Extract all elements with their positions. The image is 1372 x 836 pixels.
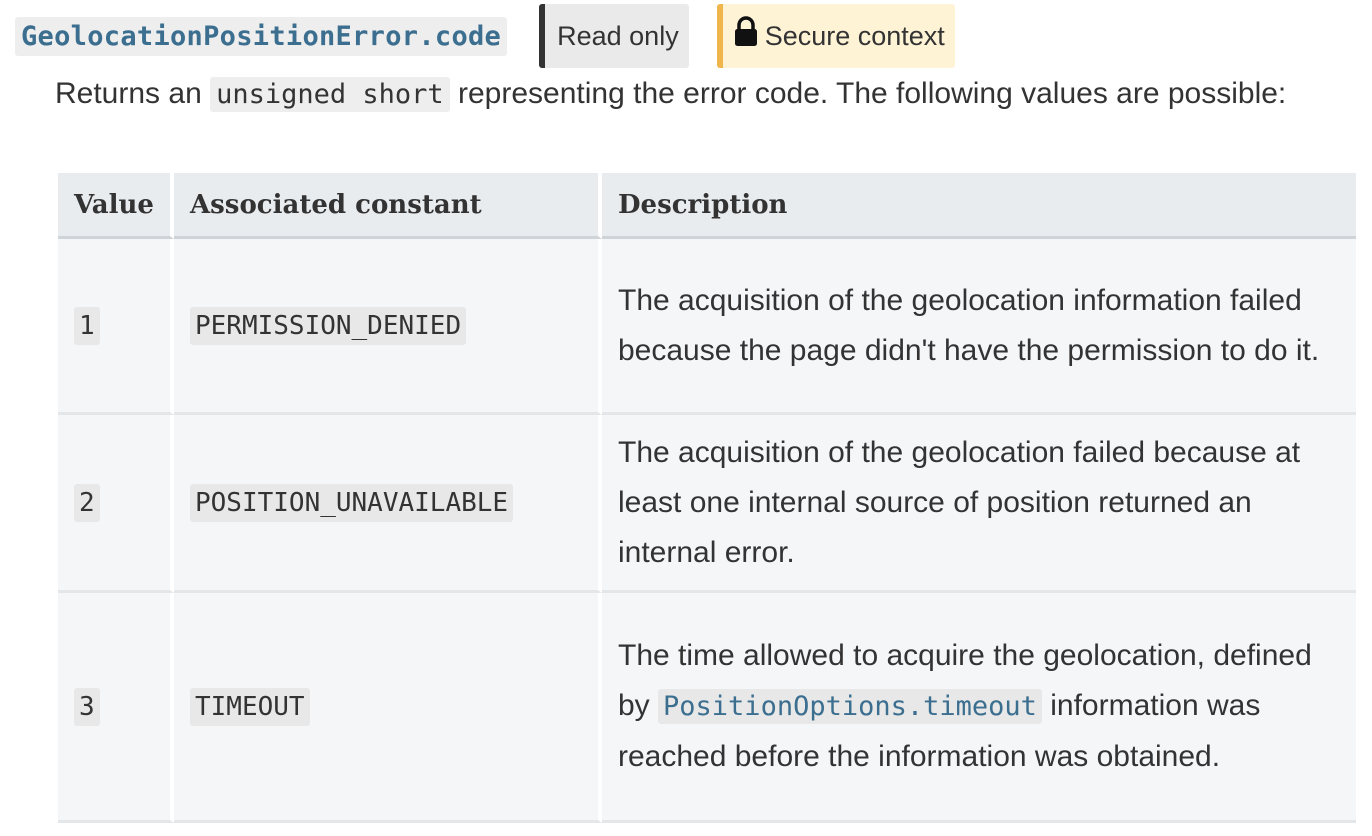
value-code: 1 (74, 306, 100, 345)
constant-code: POSITION_UNAVAILABLE (190, 483, 514, 522)
description-text: The time allowed to acquire the geolocat… (618, 631, 1346, 782)
property-header: GeolocationPositionError.code Read only … (15, 4, 955, 68)
table-row: 3 TIMEOUT The time allowed to acquire th… (58, 593, 1356, 823)
description-text: The acquisition of the geolocation faile… (618, 435, 1301, 569)
constant-code: TIMEOUT (190, 687, 310, 726)
constant-code: PERMISSION_DENIED (190, 306, 467, 345)
position-options-timeout-link[interactable]: PositionOptions.timeout (658, 689, 1042, 724)
constant-cell: TIMEOUT (174, 593, 602, 823)
description-cell: The time allowed to acquire the geolocat… (602, 593, 1356, 823)
secure-context-label: Secure context (764, 20, 945, 51)
header-value: Value (58, 173, 174, 239)
value-code: 2 (74, 483, 100, 522)
lock-icon (734, 16, 757, 46)
table-header-row: Value Associated constant Description (58, 173, 1356, 239)
description-cell: The acquisition of the geolocation faile… (602, 415, 1356, 593)
constant-cell: PERMISSION_DENIED (174, 239, 602, 415)
read-only-badge: Read only (539, 4, 689, 68)
header-associated-constant: Associated constant (174, 173, 602, 239)
value-cell: 1 (58, 239, 174, 415)
description-prefix: Returns an (55, 77, 211, 110)
constant-cell: POSITION_UNAVAILABLE (174, 415, 602, 593)
read-only-label: Read only (557, 20, 679, 51)
table-row: 2 POSITION_UNAVAILABLE The acquisition o… (58, 415, 1356, 593)
error-code-table: Value Associated constant Description 1 … (58, 173, 1356, 823)
value-code: 3 (74, 687, 100, 726)
property-name[interactable]: GeolocationPositionError.code (15, 16, 508, 56)
description-text: The acquisition of the geolocation infor… (618, 283, 1320, 367)
property-description: Returns an unsigned short representing t… (55, 68, 1355, 121)
description-suffix: representing the error code. The followi… (449, 77, 1287, 110)
secure-context-badge[interactable]: Secure context (716, 4, 955, 68)
table-row: 1 PERMISSION_DENIED The acquisition of t… (58, 239, 1356, 415)
description-cell: The acquisition of the geolocation infor… (602, 239, 1356, 415)
value-cell: 2 (58, 415, 174, 593)
header-description: Description (602, 173, 1356, 239)
type-code: unsigned short (210, 77, 450, 112)
value-cell: 3 (58, 593, 174, 823)
